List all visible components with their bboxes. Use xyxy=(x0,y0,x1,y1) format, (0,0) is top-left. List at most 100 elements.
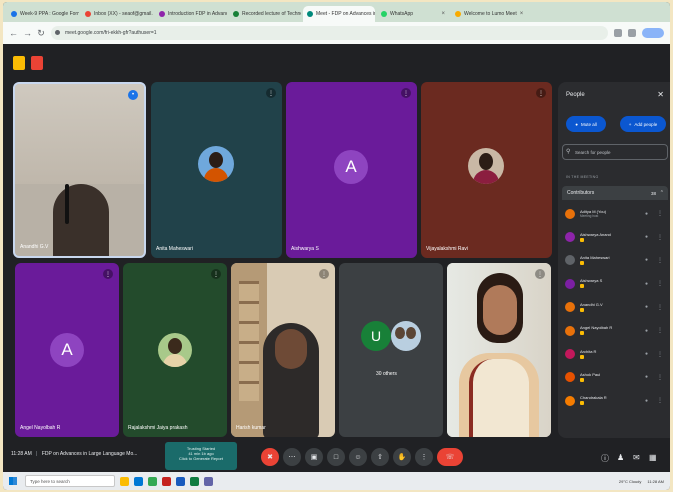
more-options-icon[interactable]: ⋮ xyxy=(657,257,663,264)
browser-tab[interactable]: WhatsApp × xyxy=(377,6,449,22)
emoji-button[interactable]: ☺ xyxy=(349,448,367,466)
participant-name: Harish kumar xyxy=(236,425,266,431)
avatar xyxy=(198,146,234,182)
chat-icon[interactable]: ✉ xyxy=(633,453,640,462)
mic-icon[interactable]: ● xyxy=(645,257,648,263)
mic-icon[interactable]: ● xyxy=(645,328,648,334)
participant-name: Vijayalakshmi Ravi xyxy=(426,246,468,252)
participant-name: Anita Maheswari xyxy=(156,246,193,252)
camera-button[interactable]: ▣ xyxy=(305,448,323,466)
browser-tab[interactable]: Week-9 PPA : Google Form× xyxy=(7,6,79,22)
more-options-icon[interactable]: ⋮ xyxy=(657,304,663,311)
mic-icon[interactable]: ● xyxy=(645,304,648,310)
back-icon[interactable]: ← xyxy=(9,28,18,38)
more-options-icon[interactable]: ⋮ xyxy=(657,374,663,381)
avatar xyxy=(391,321,421,351)
tab-close-icon[interactable]: × xyxy=(441,11,445,17)
edge-icon[interactable] xyxy=(134,476,143,486)
participant-tile[interactable]: A ⋮ Aishwarya S xyxy=(286,82,417,258)
present-button[interactable]: ⇧ xyxy=(371,448,389,466)
people-search-input[interactable]: ⚲ Search for people xyxy=(562,144,668,160)
app-icon[interactable] xyxy=(162,476,171,486)
mic-off-button[interactable]: ✖ xyxy=(261,448,279,466)
weather-label[interactable]: 29°C Cloudy xyxy=(619,479,642,484)
tracking-toast[interactable]: Trusting Started 41 min 1b ago Click to … xyxy=(165,442,237,470)
participant-row[interactable]: Anita Maheswari ● ⋮ xyxy=(562,249,668,272)
extension-icon[interactable] xyxy=(628,29,636,37)
browser-tab[interactable]: Welcome to Lumo Meet × xyxy=(451,6,523,22)
participant-tile[interactable]: ⋮ Harish kumar xyxy=(231,263,335,437)
browser-tab[interactable]: Inbox (XX) - seaof@gmail.co× xyxy=(81,6,153,22)
profile-button[interactable] xyxy=(642,28,664,38)
extension-icon[interactable] xyxy=(614,29,622,37)
participant-tile[interactable]: ⋮ Anita Maheswari xyxy=(151,82,282,258)
windows-start-icon[interactable] xyxy=(9,477,17,485)
participant-tile[interactable]: A ⋮ Angel Nayolbah R xyxy=(15,263,119,437)
speaking-icon: • xyxy=(128,90,138,100)
taskbar-search-input[interactable]: Type here to search xyxy=(25,475,115,487)
tab-favicon-icon xyxy=(159,11,165,17)
person-face xyxy=(483,285,517,335)
participant-row[interactable]: Chandrakala R ● ⋮ xyxy=(562,389,668,412)
tab-label: Recorded lecture of Technology xyxy=(242,11,301,17)
mic-icon[interactable]: ● xyxy=(645,374,648,380)
reload-icon[interactable]: ↻ xyxy=(37,28,45,39)
others-tile[interactable]: U 30 others xyxy=(339,263,443,437)
add-person-icon: + xyxy=(628,121,632,127)
captions-button[interactable]: □ xyxy=(327,448,345,466)
participant-tile[interactable]: ⋮ xyxy=(447,263,551,437)
contributors-header[interactable]: Contributors 38 ⌃ xyxy=(562,186,668,200)
mic-icon[interactable]: ● xyxy=(645,351,648,357)
participant-name: Rajalakshmi Jaiya prakash xyxy=(128,425,188,431)
tab-close-icon[interactable]: × xyxy=(520,11,523,17)
more-options-icon[interactable]: ⋮ xyxy=(657,351,663,358)
mute-all-button[interactable]: ● Mute all xyxy=(566,116,606,132)
add-people-button[interactable]: + Add people xyxy=(620,116,666,132)
more-button[interactable]: ⋮ xyxy=(415,448,433,466)
teams-icon[interactable] xyxy=(204,476,213,486)
info-icon[interactable]: ⓘ xyxy=(601,453,609,464)
more-options-icon[interactable]: ⋮ xyxy=(657,210,663,217)
participant-row-role: Meeting host xyxy=(580,213,599,218)
participant-row[interactable]: Angel Nayolbah R ● ⋮ xyxy=(562,319,668,342)
chrome-icon[interactable] xyxy=(148,476,157,486)
forward-icon[interactable]: → xyxy=(23,28,32,38)
file-explorer-icon[interactable] xyxy=(120,476,129,486)
mic-icon[interactable]: ● xyxy=(645,234,648,240)
excel-icon[interactable] xyxy=(190,476,199,486)
status-badge xyxy=(580,284,584,289)
taskbar-clock[interactable]: 11:28 AM xyxy=(647,479,664,484)
participant-tile[interactable]: ⋮ Vijayalakshmi Ravi xyxy=(421,82,552,258)
browser-tab[interactable]: Introduction FDP in Advance× xyxy=(155,6,227,22)
app-badge-icon[interactable] xyxy=(13,56,25,70)
more-options-icon[interactable]: ⋮ xyxy=(657,397,663,404)
participant-row[interactable]: Archita R ● ⋮ xyxy=(562,342,668,365)
participant-row[interactable]: Aishwarya S ● ⋮ xyxy=(562,272,668,295)
more-options-icon[interactable]: ⋮ xyxy=(657,327,663,334)
browser-tab[interactable]: Recorded lecture of Technology× xyxy=(229,6,301,22)
participant-row[interactable]: Aditya M (You) Meeting host ● ⋮ xyxy=(562,202,668,225)
participant-info: Aishwarya S xyxy=(580,278,602,289)
mic-icon[interactable]: ● xyxy=(645,281,648,287)
browser-tab[interactable]: Meet - FDP on Advances in× xyxy=(303,6,375,22)
activities-icon[interactable]: ▦ xyxy=(649,453,657,462)
word-icon[interactable] xyxy=(176,476,185,486)
address-bar[interactable]: meet.google.com/fri-ekkh-gfr?authuser=1 xyxy=(51,26,608,40)
close-icon[interactable]: ✕ xyxy=(657,90,664,99)
participant-row[interactable]: Anandhi G.V ● ⋮ xyxy=(562,296,668,319)
participant-row[interactable]: Aishwarya Anand ● ⋮ xyxy=(562,225,668,248)
raise-hand-button[interactable]: ✋ xyxy=(393,448,411,466)
mic-off-icon: ⋮ xyxy=(536,88,546,98)
participant-row[interactable]: Ashok Paul ● ⋮ xyxy=(562,366,668,389)
leave-call-button[interactable]: ☏ xyxy=(437,448,463,466)
mic-icon[interactable]: ● xyxy=(645,398,648,404)
more-options-icon[interactable]: ⋯ xyxy=(283,448,301,466)
participant-tile[interactable]: • Anandhi G.V xyxy=(13,82,146,258)
mic-icon[interactable]: ● xyxy=(645,211,648,217)
more-options-icon[interactable]: ⋮ xyxy=(657,234,663,241)
more-options-icon[interactable]: ⋮ xyxy=(657,280,663,287)
status-badge xyxy=(580,354,584,359)
record-badge-icon[interactable] xyxy=(31,56,43,70)
participant-tile[interactable]: ⋮ Rajalakshmi Jaiya prakash xyxy=(123,263,227,437)
people-icon[interactable]: ♟ xyxy=(617,453,624,462)
